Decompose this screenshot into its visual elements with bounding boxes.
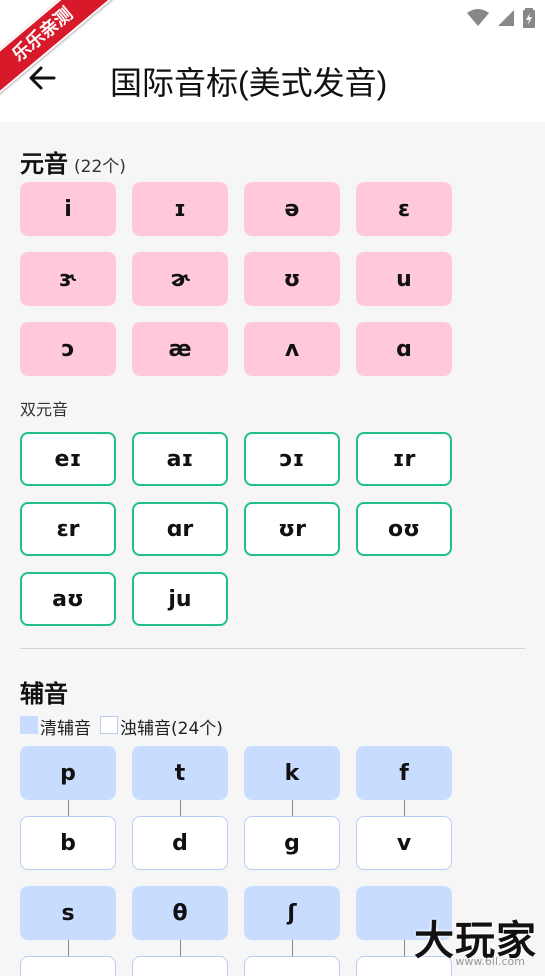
vowel-key[interactable]: u [356, 252, 452, 306]
diphthong-key[interactable]: aʊ [20, 572, 116, 626]
diphthong-key[interactable]: eɪ [20, 432, 116, 486]
legend-voiced-swatch [100, 716, 118, 734]
pair-connector [292, 800, 293, 816]
consonant-key[interactable]: d [132, 816, 228, 870]
pair-connector [68, 800, 69, 816]
vowel-key[interactable]: ʊ [244, 252, 340, 306]
pair-connector [404, 940, 405, 956]
consonant-key-partial[interactable] [244, 956, 340, 976]
consonant-key[interactable]: b [20, 816, 116, 870]
consonant-key-partial[interactable] [20, 956, 116, 976]
vowel-key[interactable]: ɔ [20, 322, 116, 376]
diphthong-key[interactable]: ju [132, 572, 228, 626]
status-icons [467, 8, 535, 28]
consonant-key[interactable]: ʃ [244, 886, 340, 940]
consonant-key[interactable]: v [356, 816, 452, 870]
page-title: 国际音标(美式发音) [110, 65, 388, 101]
vowel-key[interactable]: ɛ [356, 182, 452, 236]
diphthong-key[interactable]: oʊ [356, 502, 452, 556]
pair-connector [68, 940, 69, 956]
consonant-key[interactable]: t [132, 746, 228, 800]
diphthong-key[interactable]: ʊr [244, 502, 340, 556]
consonant-key-partial[interactable] [132, 956, 228, 976]
watermark-url: www.6il.com [455, 955, 525, 968]
consonant-key[interactable]: g [244, 816, 340, 870]
vowel-key[interactable]: ə [244, 182, 340, 236]
section-divider [20, 648, 525, 649]
consonant-key[interactable]: s [20, 886, 116, 940]
consonant-key[interactable]: k [244, 746, 340, 800]
wifi-icon [467, 9, 489, 26]
vowel-key[interactable]: ɑ [356, 322, 452, 376]
vowel-section-title: 元音 (22个) [20, 144, 126, 179]
diphthong-key[interactable]: ɛr [20, 502, 116, 556]
vowel-key[interactable]: ʌ [244, 322, 340, 376]
vowel-key[interactable]: ɚ [132, 252, 228, 306]
consonant-section-title: 辅音 [20, 680, 68, 708]
pair-connector [180, 940, 181, 956]
vowel-key[interactable]: i [20, 182, 116, 236]
signal-icon [498, 10, 514, 26]
vowel-title: 元音 [20, 150, 68, 178]
diphthong-label: 双元音 [20, 400, 69, 419]
vowel-key[interactable]: æ [132, 322, 228, 376]
vowel-key[interactable]: ɪ [132, 182, 228, 236]
pair-connector [404, 800, 405, 816]
legend-voiceless-label: 清辅音 [40, 719, 91, 739]
legend-voiced-label: 浊辅音(24个) [120, 719, 223, 739]
pair-connector [180, 800, 181, 816]
diphthong-key[interactable]: ɑr [132, 502, 228, 556]
app-bar: 国际音标(美式发音) [0, 34, 545, 122]
pair-connector [292, 940, 293, 956]
diphthong-key[interactable]: ɪr [356, 432, 452, 486]
diphthong-key[interactable]: ɔɪ [244, 432, 340, 486]
consonant-key[interactable]: p [20, 746, 116, 800]
battery-icon [523, 8, 535, 28]
consonant-key[interactable]: θ [132, 886, 228, 940]
consonant-key[interactable]: f [356, 746, 452, 800]
vowel-key[interactable]: ɝ [20, 252, 116, 306]
diphthong-key[interactable]: aɪ [132, 432, 228, 486]
legend-voiceless-swatch [20, 716, 38, 734]
vowel-count: (22个) [74, 157, 126, 177]
